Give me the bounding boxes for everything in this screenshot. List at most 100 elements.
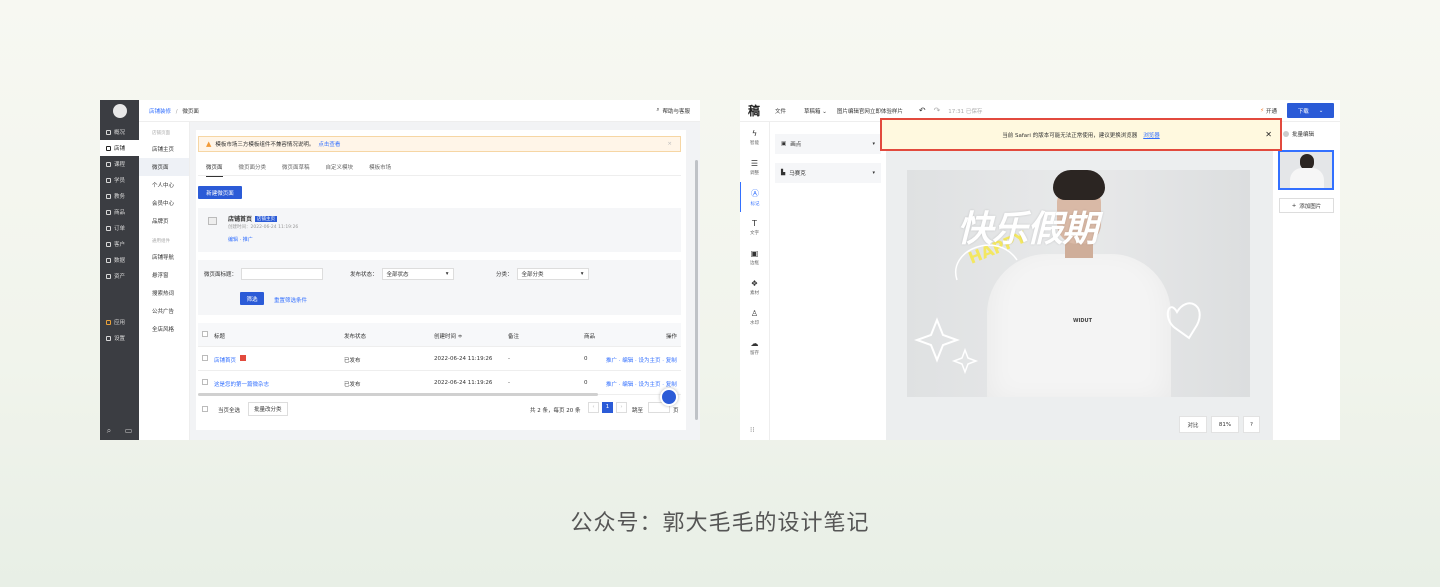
overview-icon — [106, 129, 111, 135]
cloud-icon: ☁ — [750, 338, 759, 348]
tool-adjust[interactable]: ☰ 调整 — [740, 152, 769, 182]
sub-item-ads[interactable]: 公共广告 — [139, 302, 189, 320]
sub-item-member[interactable]: 会员中心 — [139, 194, 189, 212]
home-card-actions[interactable]: 编辑 · 推广 — [228, 236, 253, 243]
menu-drafts[interactable]: 草稿箱 ⌄ — [804, 107, 827, 115]
row-title[interactable]: 店铺首页 — [214, 356, 236, 364]
redo-icon[interactable]: ↷ — [934, 106, 941, 115]
sub-group-title: 通用组件 — [152, 239, 170, 244]
nav-customers[interactable]: 客户 — [100, 236, 139, 252]
main-content: ▲ 模板市场三方模板组件不兼容情况说明。 点击查看 × 微页面 微页面分类 微页… — [196, 130, 686, 430]
nav-assets[interactable]: 资产 — [100, 268, 139, 284]
help-button[interactable]: ? — [1243, 416, 1260, 433]
warning-link[interactable]: 点击查看 — [318, 140, 340, 148]
sub-item-personal[interactable]: 个人中心 — [139, 176, 189, 194]
nav-teaching[interactable]: 教务 — [100, 188, 139, 204]
poster-image[interactable]: WIDUT HAPPY 快乐假期 — [907, 170, 1250, 397]
dot-icon: ▣ — [781, 141, 787, 147]
sub-item-brand[interactable]: 品牌页 — [139, 212, 189, 230]
sparkle-shape — [951, 347, 979, 375]
doodle-decorations — [914, 244, 1201, 375]
tool-material[interactable]: ❖ 素材 — [740, 272, 769, 302]
menu-file[interactable]: 文件 — [775, 107, 786, 115]
editor-canvas[interactable]: WIDUT HAPPY 快乐假期 对比 81% ? — [886, 122, 1272, 440]
menu-promo[interactable]: 图片编辑官网立即体验样片 — [837, 107, 903, 115]
caption: 公众号：郭大毛毛的设计笔记 — [570, 511, 870, 536]
tool-keep[interactable]: ☁ 留存 — [740, 332, 769, 362]
batch-category-button[interactable]: 批量改分类 — [248, 402, 288, 416]
nav-settings[interactable]: 设置 — [100, 330, 139, 346]
horizontal-scrollbar[interactable] — [198, 393, 598, 396]
help-button[interactable]: ⌕ 帮助与客服 — [656, 107, 690, 115]
close-icon[interactable]: ✕ — [1265, 130, 1272, 139]
top-bar: 店铺装修 / 微页面 ⌕ 帮助与客服 — [139, 100, 700, 122]
browser-link[interactable]: 浏览器 — [1143, 131, 1160, 139]
message-icon[interactable]: ▭ — [125, 426, 133, 436]
settings-icon — [106, 335, 111, 341]
nav-student[interactable]: 学员 — [100, 172, 139, 188]
search-icon[interactable]: ⌕ — [107, 426, 111, 436]
row-checkbox[interactable] — [202, 355, 208, 361]
curve-doodle — [954, 244, 1018, 281]
open-vip-button[interactable]: ⚡ 开通 — [1260, 107, 1277, 115]
download-button[interactable]: 下载 ⌄ — [1287, 103, 1334, 118]
warning-bar: ▲ 模板市场三方模板组件不兼容情况说明。 点击查看 × — [198, 136, 681, 152]
nav-goods[interactable]: 商品 — [100, 204, 139, 220]
add-image-button[interactable]: + 添加图片 — [1279, 198, 1334, 213]
sub-item-micro-page[interactable]: 微页面 — [139, 158, 189, 176]
sub-item-nav[interactable]: 店铺导航 — [139, 248, 189, 266]
row-actions[interactable]: 推广 · 编辑 · 设为主页 · 复制 — [606, 356, 677, 364]
row-title[interactable]: 这是您的第一篇微杂志 — [214, 380, 269, 388]
tool-smart[interactable]: ϟ 智能 — [740, 122, 769, 152]
assistant-bot-icon[interactable] — [660, 388, 678, 406]
sub-item-style[interactable]: 全店风格 — [139, 320, 189, 338]
main-sidebar: 概况 店铺 课程 学员 教务 商品 订单 客户 数据 资产 应用 设置 ⌕ ▭ — [100, 100, 139, 440]
sub-item-home[interactable]: 店铺主页 — [139, 140, 189, 158]
right-screenshot: 稿 文件 草稿箱 ⌄ 图片编辑官网立即体验样片 ↶ ↷ 17:31 已保存 ⚡ 开… — [740, 100, 1340, 440]
panel-item-dot[interactable]: ▣ 画点 ▾ — [775, 134, 881, 154]
current-page[interactable]: 1 — [602, 402, 613, 413]
breadcrumb-parent[interactable]: 店铺装修 — [149, 109, 171, 115]
status-select[interactable]: 全部状态 ▾ — [381, 268, 454, 280]
compare-button[interactable]: 对比 — [1179, 416, 1207, 433]
reset-filter-link[interactable]: 重置筛选条件 — [274, 296, 307, 304]
nav-shop[interactable]: 店铺 — [100, 140, 139, 156]
mosaic-icon: ▙ — [781, 170, 786, 176]
title-input[interactable] — [241, 268, 324, 280]
nav-overview[interactable]: 概况 — [100, 124, 139, 140]
border-icon: ▣ — [750, 248, 759, 258]
sparkle-shape — [914, 317, 960, 363]
nav-course[interactable]: 课程 — [100, 156, 139, 172]
nav-apps[interactable]: 应用 — [100, 314, 139, 330]
sub-item-hotwords[interactable]: 搜索热词 — [139, 284, 189, 302]
left-screenshot: 概况 店铺 课程 学员 教务 商品 订单 客户 数据 资产 应用 设置 ⌕ ▭ … — [100, 100, 700, 440]
batch-edit-toggle[interactable]: 批量编辑 — [1283, 130, 1314, 138]
tool-border[interactable]: ▣ 边框 — [740, 242, 769, 272]
image-thumbnail[interactable] — [1278, 150, 1334, 190]
nav-data[interactable]: 数据 — [100, 252, 139, 268]
vertical-scrollbar[interactable] — [695, 160, 698, 420]
tool-text[interactable]: T 文字 — [740, 212, 769, 242]
filter-button[interactable]: 筛选 — [240, 292, 264, 305]
row-actions[interactable]: 推广 · 编辑 · 设为主页 · 复制 — [606, 380, 677, 388]
tool-watermark[interactable]: ♙ 水印 — [740, 302, 769, 332]
row-checkbox[interactable] — [202, 379, 208, 385]
grid-icon[interactable]: ⁞⁞ — [750, 426, 754, 434]
category-select[interactable]: 全部分类 ▾ — [516, 268, 589, 280]
new-page-button[interactable]: 新建微页面 — [198, 186, 242, 199]
nav-orders[interactable]: 订单 — [100, 220, 139, 236]
customers-icon — [106, 241, 111, 247]
goods-icon — [106, 209, 111, 215]
undo-icon[interactable]: ↶ — [919, 106, 926, 115]
next-page-icon[interactable]: › — [616, 402, 627, 413]
panel-item-mosaic[interactable]: ▙ 马赛克 ▾ — [775, 163, 881, 183]
caret-down-icon: ▾ — [872, 141, 875, 147]
sub-item-float[interactable]: 悬浮窗 — [139, 266, 189, 284]
page-select-checkbox[interactable] — [202, 406, 208, 412]
zoom-level[interactable]: 81% — [1211, 416, 1239, 433]
close-icon[interactable]: × — [667, 141, 672, 147]
select-all-checkbox[interactable] — [202, 331, 208, 337]
tool-mark[interactable]: Ⓐ 标记 — [740, 182, 769, 212]
filter-panel: 微页面标题： 发布状态： 全部状态 ▾ 分类： 全部分类 ▾ 筛选 重置筛选条件 — [198, 260, 681, 315]
prev-page-icon[interactable]: ‹ — [588, 402, 599, 413]
